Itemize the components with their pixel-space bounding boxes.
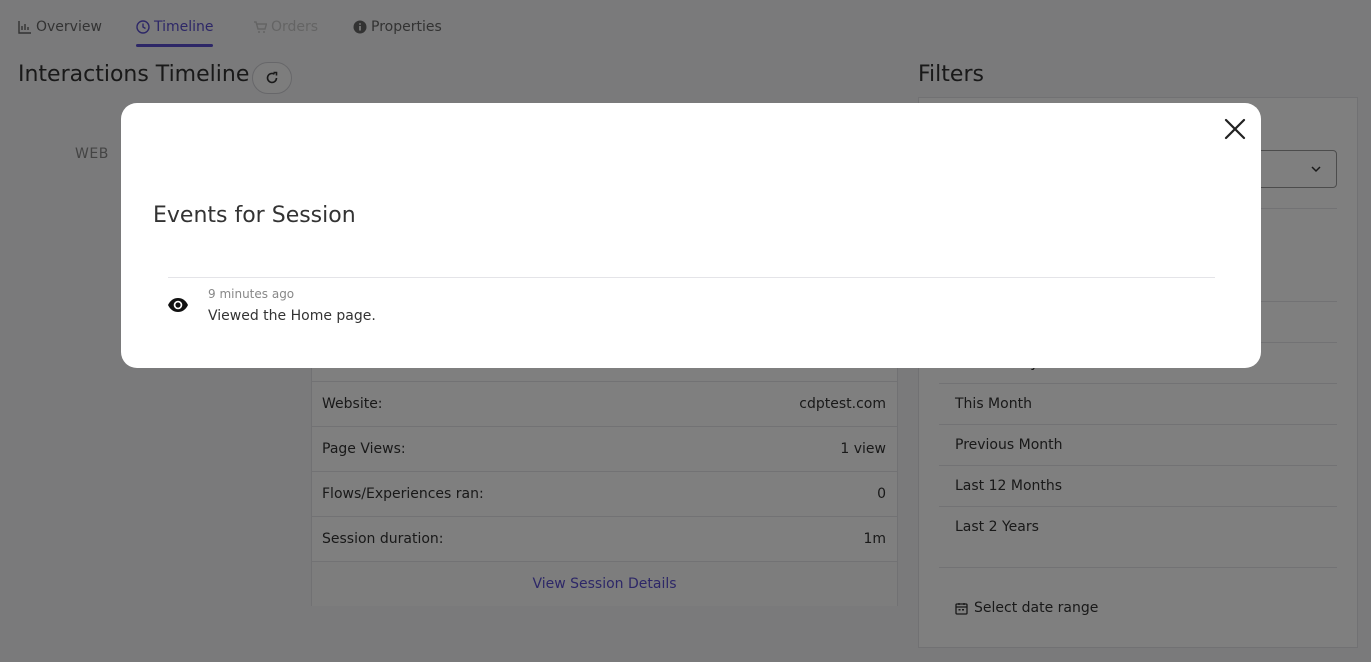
close-button[interactable] (1223, 117, 1247, 141)
eye-icon (167, 294, 189, 316)
divider (168, 277, 1215, 278)
close-icon (1224, 118, 1246, 140)
events-modal: Events for Session 9 minutes ago Viewed … (121, 103, 1261, 368)
event-time: 9 minutes ago (208, 287, 295, 301)
modal-title: Events for Session (153, 203, 356, 228)
event-text: Viewed the Home page. (208, 308, 376, 324)
